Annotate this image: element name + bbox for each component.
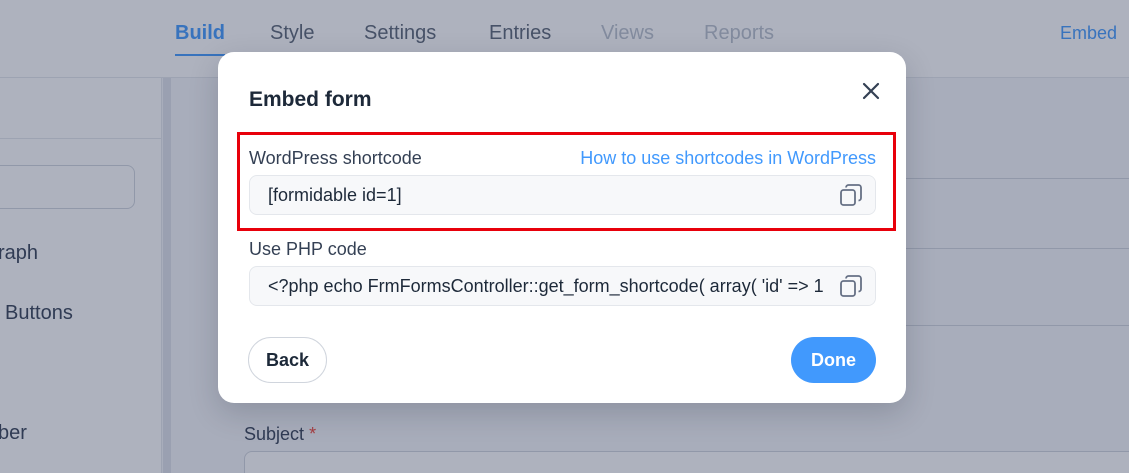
copy-shortcode-button[interactable] <box>827 176 875 214</box>
embed-form-modal: Embed form WordPress shortcode How to us… <box>218 52 906 403</box>
shortcode-field[interactable]: [formidable id=1] <box>249 175 876 215</box>
php-code-label: Use PHP code <box>249 239 367 259</box>
modal-title: Embed form <box>249 88 372 111</box>
copy-icon <box>840 184 862 206</box>
close-button[interactable] <box>858 78 884 104</box>
copy-php-code-button[interactable] <box>827 267 875 305</box>
php-code-field[interactable]: <?php echo FrmFormsController::get_form_… <box>249 266 876 306</box>
php-code-value: <?php echo FrmFormsController::get_form_… <box>268 276 876 296</box>
shortcode-help-link[interactable]: How to use shortcodes in WordPress <box>580 148 876 169</box>
close-icon <box>862 82 880 100</box>
shortcode-label: WordPress shortcode <box>249 148 422 168</box>
copy-icon <box>840 275 862 297</box>
done-button[interactable]: Done <box>791 337 876 383</box>
back-button[interactable]: Back <box>248 337 327 383</box>
shortcode-value: [formidable id=1] <box>268 185 402 205</box>
